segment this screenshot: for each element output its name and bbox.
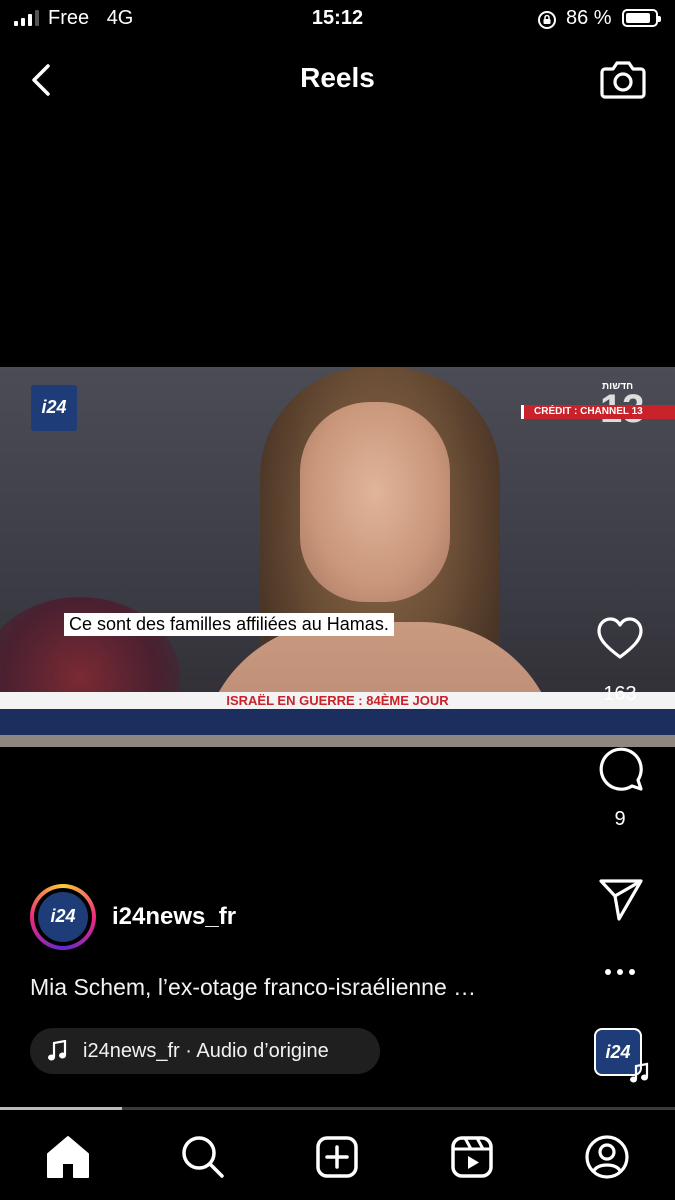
caption[interactable]: Mia Schem, l’ex-otage franco-israélienne…: [30, 974, 476, 1001]
ticker-text: ISRAËL EN GUERRE : 84ÈME JOUR: [226, 693, 449, 708]
person-face: [300, 402, 450, 602]
search-icon[interactable]: [178, 1132, 228, 1182]
home-icon[interactable]: [43, 1132, 93, 1182]
ticker-blue-band: [0, 709, 675, 735]
comment-count: 9: [614, 808, 626, 830]
battery-percent: 86 %: [566, 7, 612, 29]
ticker-bottom-band: [0, 735, 675, 747]
page-title: Reels: [300, 62, 375, 93]
battery-icon: [622, 9, 661, 27]
reels-icon[interactable]: [447, 1132, 497, 1182]
status-bar: Free 4G 15:12 86 %: [0, 0, 675, 40]
avatar-ring-gap: i24: [34, 888, 92, 946]
channel-13-hebrew: חדשות: [602, 381, 634, 392]
audio-label[interactable]: i24news_fr · Audio d’origine: [83, 1040, 329, 1063]
audio-music-icon: [630, 1062, 649, 1083]
avatar-logo: i24: [38, 892, 88, 942]
reel-video[interactable]: i24 13 חדשות CRÉDIT : CHANNEL 13 Ce sont…: [0, 367, 675, 747]
video-progress-fill: [0, 1107, 122, 1110]
create-icon[interactable]: [312, 1132, 362, 1182]
credit-banner: CRÉDIT : CHANNEL 13: [521, 405, 675, 419]
username[interactable]: i24news_fr: [112, 903, 236, 931]
music-note-icon: [48, 1040, 67, 1061]
more-icon[interactable]: [604, 966, 636, 978]
video-subtitle: Ce sont des familles affiliées au Hamas.: [64, 613, 394, 636]
profile-icon[interactable]: [582, 1132, 632, 1182]
heart-icon[interactable]: [595, 614, 645, 664]
like-count: 163: [603, 683, 637, 705]
avatar[interactable]: i24: [30, 884, 96, 950]
camera-icon[interactable]: [599, 57, 647, 101]
i24-logo: i24: [31, 385, 77, 431]
send-icon[interactable]: [596, 874, 646, 924]
orientation-lock-icon: [538, 11, 556, 29]
comment-icon[interactable]: [595, 744, 645, 794]
